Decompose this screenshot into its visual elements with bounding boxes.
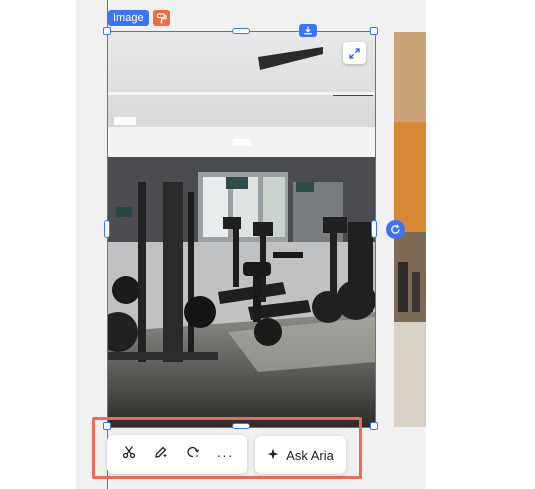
- resize-handle-left[interactable]: [104, 220, 110, 238]
- more-tool[interactable]: ···: [213, 443, 237, 467]
- resize-handle-top-right[interactable]: [370, 27, 378, 35]
- sparkle-icon: [267, 448, 279, 463]
- selected-image[interactable]: [108, 32, 375, 427]
- scissors-icon: [122, 445, 136, 464]
- refresh-sparkle-icon: [186, 445, 200, 464]
- ask-aria-button[interactable]: Ask Aria: [255, 436, 346, 474]
- resize-handle-right[interactable]: [371, 220, 377, 238]
- expand-arrows-icon[interactable]: [343, 42, 366, 64]
- rotate-icon[interactable]: [386, 220, 405, 239]
- element-type-badge: Image: [108, 10, 149, 26]
- resize-handle-bottom-right[interactable]: [370, 422, 378, 430]
- more-icon: ···: [216, 446, 234, 463]
- cutout-tool[interactable]: [117, 443, 141, 467]
- image-toolbar: ···: [107, 435, 247, 474]
- ask-aria-label: Ask Aria: [286, 447, 334, 463]
- resize-handle-top[interactable]: [232, 28, 250, 34]
- magic-pen-icon: [154, 445, 168, 464]
- regenerate-tool[interactable]: [181, 443, 205, 467]
- resize-handle-top-left[interactable]: [103, 27, 111, 35]
- enhance-tool[interactable]: [149, 443, 173, 467]
- paint-roller-icon[interactable]: [153, 10, 170, 26]
- download-icon[interactable]: [299, 24, 317, 37]
